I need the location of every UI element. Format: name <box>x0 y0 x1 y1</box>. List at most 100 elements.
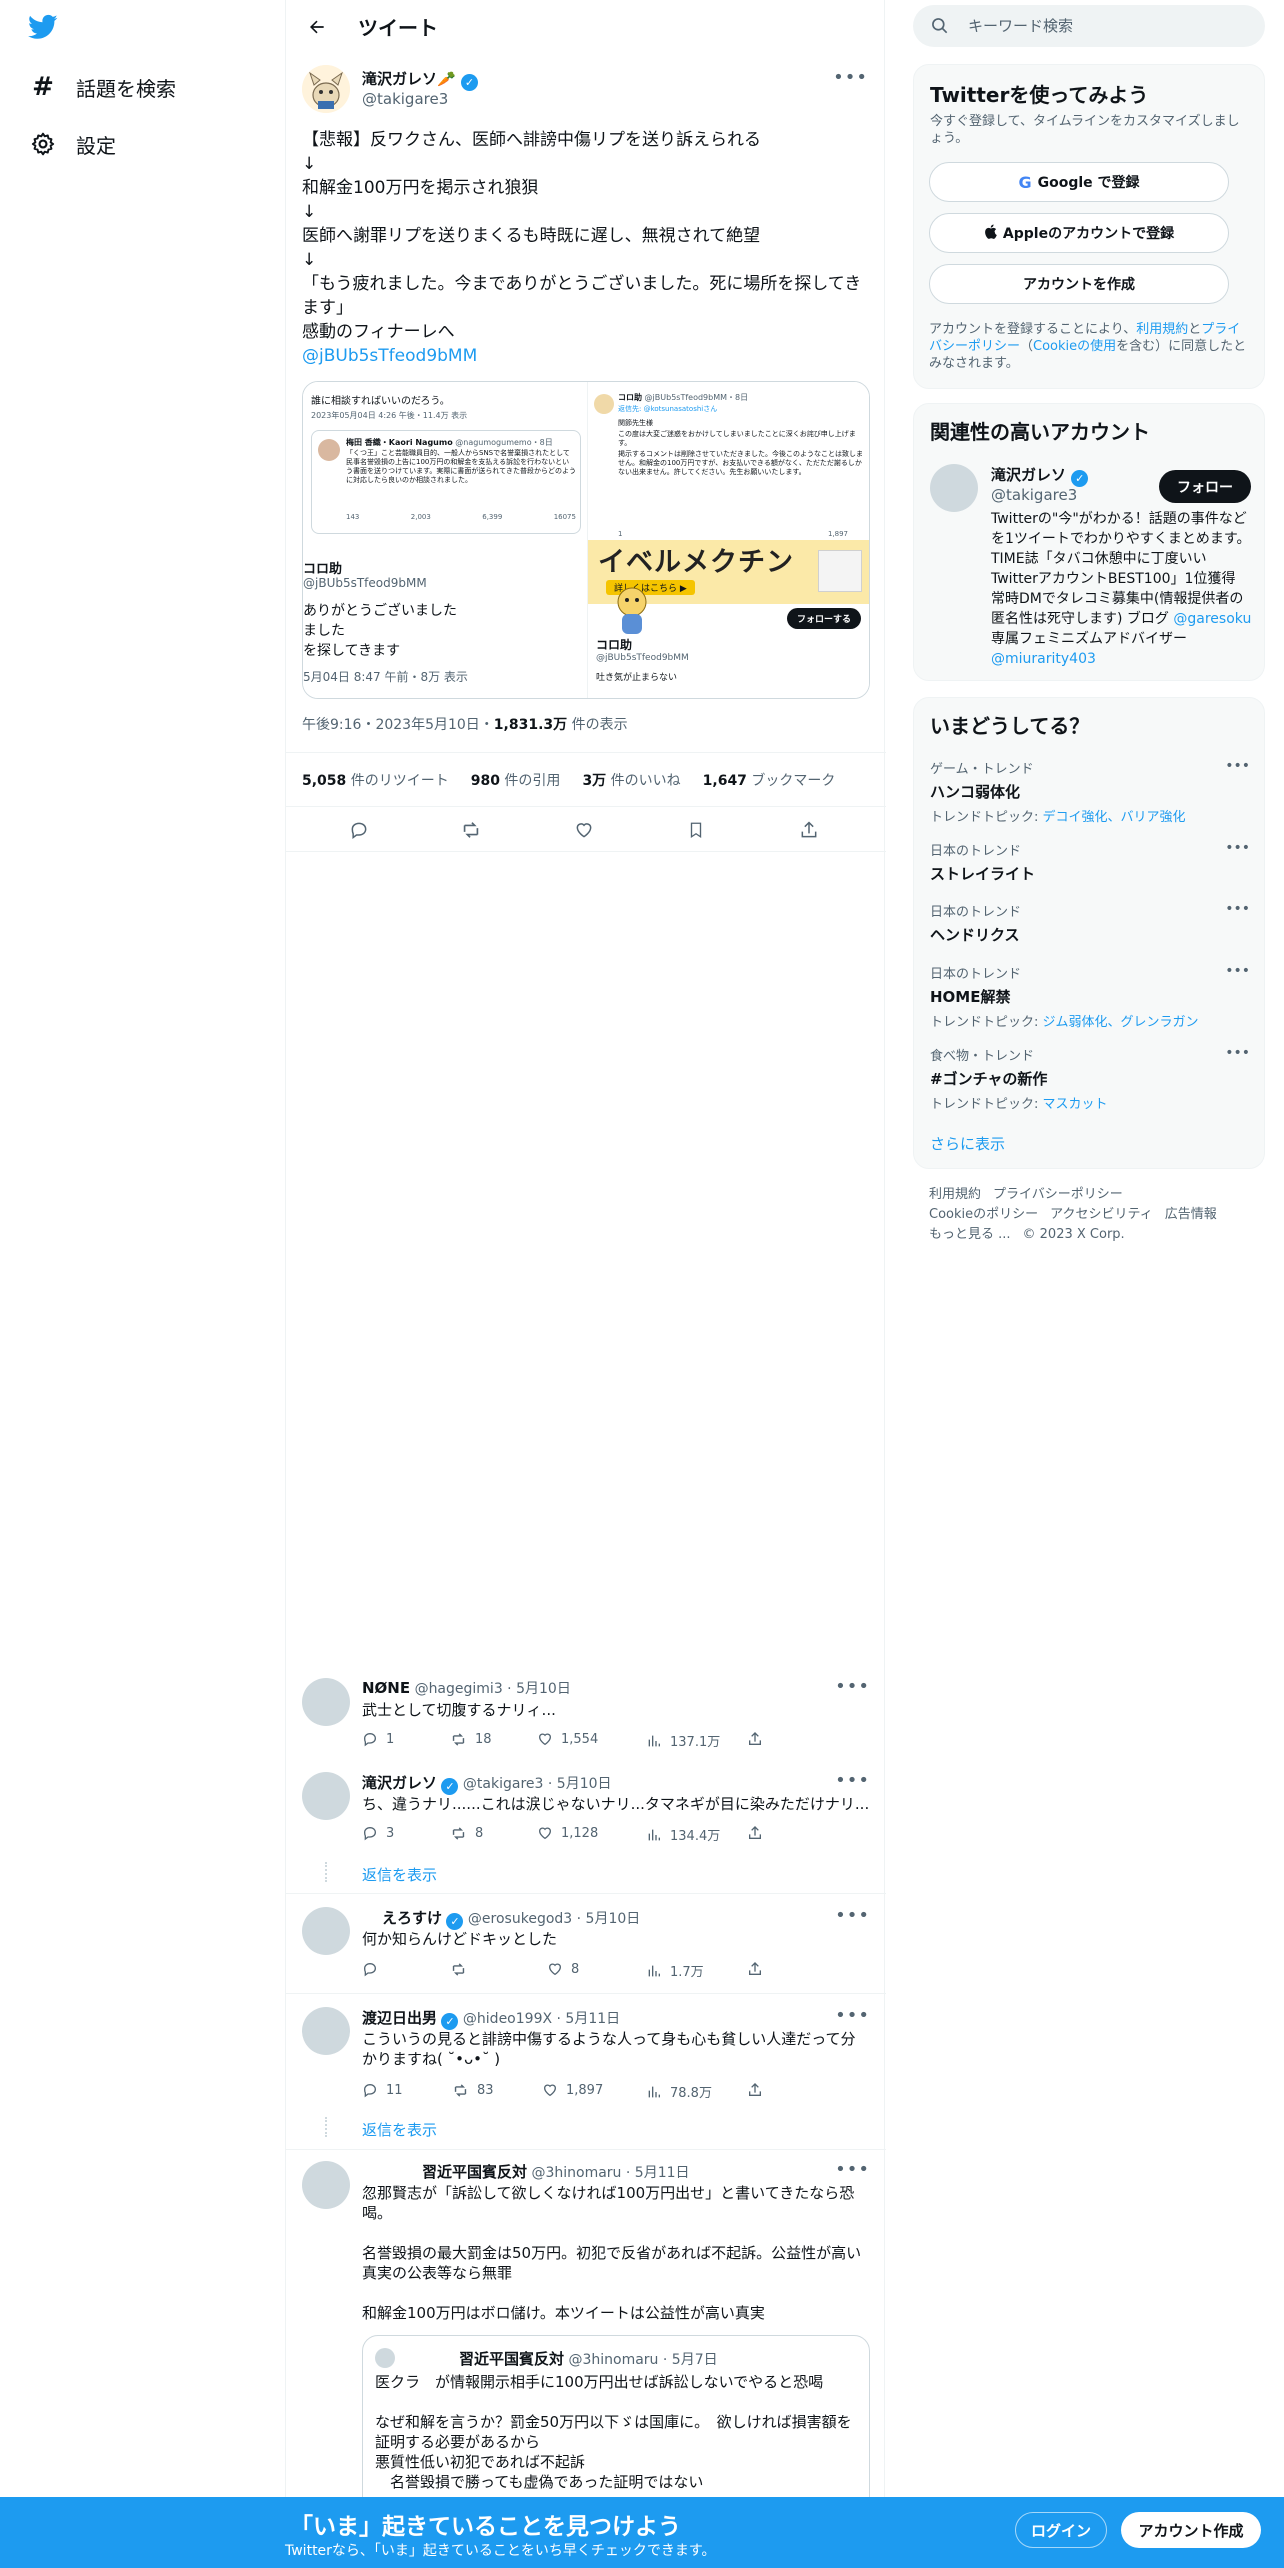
footer-link[interactable]: 広告情報 <box>1165 1207 1217 1222</box>
reply-author-name[interactable]: 渡辺日出男 <box>362 2009 437 2027</box>
retweet-icon[interactable] <box>458 817 484 843</box>
reply-author-handle[interactable]: @erosukegod3 <box>468 1911 572 1927</box>
more-options-icon[interactable]: ••• <box>1225 963 1250 979</box>
reply-author-handle[interactable]: @hideo199X <box>463 2011 552 2027</box>
more-options-icon[interactable]: ••• <box>1225 758 1250 774</box>
avatar[interactable] <box>302 1772 350 1820</box>
footer-more-link[interactable]: もっと見る ... <box>929 1227 1011 1242</box>
reply-count[interactable]: 1 <box>362 1731 394 1747</box>
trend-topic-link[interactable]: ジム弱体化、グレンラガン <box>1043 1015 1199 1030</box>
retweet-count[interactable]: 8 <box>450 1825 483 1842</box>
reply-author-name[interactable]: NØNE <box>362 1679 410 1697</box>
create-account-bottom-button[interactable]: アカウント作成 <box>1121 2512 1261 2548</box>
avatar[interactable] <box>302 2161 350 2209</box>
retweets-stat[interactable]: 5,058 件のリツイート <box>302 770 449 790</box>
likes-stat[interactable]: 3万 件のいいね <box>582 770 680 790</box>
google-signup-button[interactable]: G Google で登録 <box>929 162 1229 202</box>
reply-date[interactable]: 5月11日 <box>565 2011 620 2027</box>
follow-button[interactable]: フォロー <box>1159 470 1251 503</box>
reply-count[interactable]: 11 <box>362 2082 403 2098</box>
bio-link[interactable]: @garesoku <box>1173 611 1251 627</box>
reply-author-handle[interactable]: @3hinomaru <box>531 2165 621 2181</box>
like-count[interactable]: 1,128 <box>537 1825 598 1841</box>
retweet-count[interactable] <box>450 1961 475 1978</box>
footer-link[interactable]: Cookieのポリシー <box>929 1207 1038 1222</box>
views-count[interactable]: 137.1万 <box>646 1731 720 1750</box>
nav-settings[interactable]: 設定 <box>28 124 116 164</box>
like-heart-icon[interactable] <box>571 817 597 843</box>
reply-icon[interactable] <box>346 817 372 843</box>
search-input[interactable] <box>968 17 1248 35</box>
footer-link[interactable]: 利用規約 <box>929 1187 981 1202</box>
more-options-icon[interactable]: ••• <box>1225 840 1250 856</box>
trend-topic-link[interactable]: マスカット <box>1043 1097 1108 1112</box>
like-count[interactable]: 1,554 <box>537 1731 598 1747</box>
tweet-media-image[interactable]: 誰に相談すればいいのだろう。 2023年05月04日 4:26 午後・11.4万… <box>302 381 870 699</box>
more-options-icon[interactable]: ••• <box>833 67 868 88</box>
views-count[interactable]: 1.7万 <box>646 1961 704 1980</box>
author-handle[interactable]: @takigare3 <box>362 90 448 108</box>
login-button[interactable]: ログイン <box>1015 2512 1107 2548</box>
share-icon[interactable] <box>747 1961 771 1977</box>
reply-date[interactable]: 5月10日 <box>586 1911 641 1927</box>
reply-tweet[interactable]: 滝沢ガレソ ✓ @takigare3 · 5月10日 ••• ち、違うナリ...… <box>286 1764 886 1888</box>
more-options-icon[interactable]: ••• <box>835 1770 870 1791</box>
reply-tweet[interactable]: えろすけ ✓ @erosukegod3 · 5月10日 ••• 何か知らんけどド… <box>286 1897 886 1993</box>
terms-link[interactable]: 利用規約 <box>1136 322 1188 337</box>
views-count[interactable]: 78.8万 <box>646 2082 712 2101</box>
more-options-icon[interactable]: ••• <box>1225 901 1250 917</box>
search-bar[interactable] <box>913 5 1265 47</box>
trend-item[interactable]: 日本のトレンド ヘンドリクス ••• <box>930 901 1250 945</box>
avatar[interactable] <box>302 2007 350 2055</box>
twitter-bird-icon[interactable] <box>26 12 64 46</box>
avatar[interactable] <box>302 1907 350 1955</box>
show-replies-link[interactable]: 返信を表示 <box>362 1864 437 1885</box>
footer-link[interactable]: アクセシビリティ <box>1050 1207 1153 1222</box>
share-icon[interactable] <box>747 1825 771 1841</box>
bookmarks-stat[interactable]: 1,647 ブックマーク <box>703 770 836 790</box>
related-account-name[interactable]: 滝沢ガレソ ✓ <box>991 464 1089 487</box>
related-account-handle[interactable]: @takigare3 <box>991 486 1077 504</box>
share-icon[interactable] <box>747 2082 771 2098</box>
reply-author-name[interactable]: えろすけ <box>382 1909 442 1927</box>
more-options-icon[interactable]: ••• <box>835 2159 870 2180</box>
share-icon[interactable] <box>796 817 822 843</box>
cookie-link[interactable]: Cookieの使用 <box>1033 339 1116 354</box>
reply-date[interactable]: 5月10日 <box>557 1776 612 1792</box>
apple-signup-button[interactable]: Appleのアカウントで登録 <box>929 213 1229 253</box>
views-count[interactable]: 134.4万 <box>646 1825 720 1844</box>
trend-item[interactable]: 食べ物・トレンド #ゴンチャの新作 トレンドトピック: マスカット ••• <box>930 1045 1250 1112</box>
more-options-icon[interactable]: ••• <box>835 1676 870 1697</box>
tweet-timestamp[interactable]: 午後9:16・2023年5月10日・1,831.3万 件の表示 <box>302 714 628 734</box>
reply-tweet[interactable]: 渡辺日出男 ✓ @hideo199X · 5月11日 ••• こういうの見ると誹… <box>286 1997 886 2145</box>
reply-author-handle[interactable]: @hagegimi3 <box>415 1681 503 1697</box>
bookmark-icon[interactable] <box>683 817 709 843</box>
like-count[interactable]: 8 <box>547 1961 579 1977</box>
footer-link[interactable]: プライバシーポリシー <box>993 1187 1123 1202</box>
avatar[interactable] <box>930 464 978 512</box>
reply-author-handle[interactable]: @takigare3 <box>463 1776 544 1792</box>
trend-topic-link[interactable]: デコイ強化、バリア強化 <box>1043 810 1186 825</box>
avatar[interactable] <box>302 1678 350 1726</box>
create-account-button[interactable]: アカウントを作成 <box>929 264 1229 304</box>
reply-date[interactable]: 5月10日 <box>516 1681 571 1697</box>
reply-count[interactable] <box>362 1961 386 1977</box>
show-replies-link[interactable]: 返信を表示 <box>362 2119 437 2140</box>
reply-author-name[interactable]: 滝沢ガレソ <box>362 1774 437 1792</box>
bio-link[interactable]: @miurarity403 <box>991 651 1096 667</box>
back-arrow-icon[interactable] <box>300 10 334 44</box>
reply-count[interactable]: 3 <box>362 1825 394 1841</box>
more-options-icon[interactable]: ••• <box>835 2005 870 2026</box>
quotes-stat[interactable]: 980 件の引用 <box>471 770 561 790</box>
tweet-mention-link[interactable]: @jBUb5sTfeod9bMM <box>302 344 870 368</box>
trend-item[interactable]: 日本のトレンド HOME解禁 トレンドトピック: ジム弱体化、グレンラガン ••… <box>930 963 1250 1030</box>
retweet-count[interactable]: 18 <box>450 1731 492 1748</box>
author-name[interactable]: 滝沢ガレソ🥕 ✓ <box>362 68 478 91</box>
nav-explore[interactable]: # 話題を検索 <box>28 67 176 107</box>
show-more-trends-link[interactable]: さらに表示 <box>930 1133 1005 1154</box>
retweet-count[interactable]: 83 <box>452 2082 494 2099</box>
more-options-icon[interactable]: ••• <box>835 1905 870 1926</box>
share-icon[interactable] <box>747 1731 771 1747</box>
author-avatar[interactable] <box>302 65 350 113</box>
reply-tweet[interactable]: NØNE @hagegimi3 · 5月10日 ••• 武士として切腹するナリィ… <box>286 1668 886 1762</box>
